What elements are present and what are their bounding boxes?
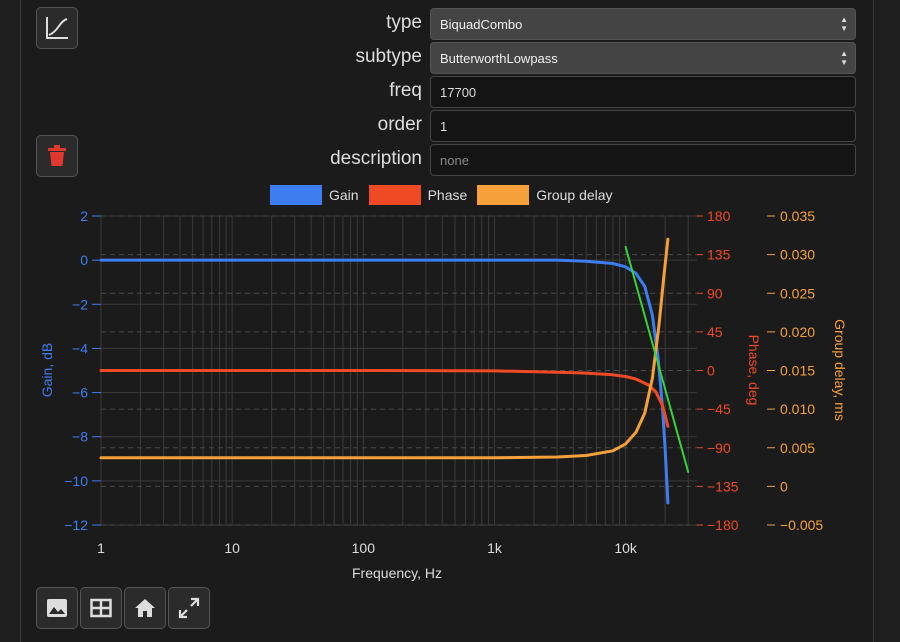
legend-label-phase: Phase — [427, 187, 468, 203]
home-button[interactable] — [124, 587, 166, 629]
image-icon — [47, 599, 67, 617]
table-icon — [90, 598, 112, 618]
delete-button[interactable] — [36, 135, 78, 177]
order-input-value: 1 — [440, 118, 448, 134]
subtype-select-value: ButterworthLowpass — [440, 50, 558, 66]
chart-line-icon — [46, 17, 68, 39]
plot-button[interactable] — [36, 7, 78, 49]
legend-label-gain: Gain — [329, 187, 359, 203]
field-label-subtype: subtype — [355, 46, 422, 67]
legend-item-phase[interactable]: Phase — [368, 185, 468, 205]
trash-icon — [48, 145, 66, 166]
field-label-freq: freq — [389, 80, 422, 101]
expand-icon — [178, 597, 200, 619]
order-input[interactable]: 1 — [430, 110, 856, 142]
freq-input[interactable]: 17700 — [430, 76, 856, 108]
type-select-value: BiquadCombo — [440, 16, 523, 32]
legend-swatch-group-delay — [477, 185, 530, 205]
legend-label-group-delay: Group delay — [536, 187, 613, 203]
type-select[interactable]: BiquadCombo ▲ ▼ — [430, 8, 856, 40]
select-arrows-icon: ▲ ▼ — [840, 15, 848, 33]
legend-swatch-phase — [368, 185, 421, 205]
field-label-order: order — [377, 114, 422, 135]
chart-legend: Gain Phase Group delay — [270, 185, 623, 205]
description-input[interactable]: none — [430, 144, 856, 176]
select-arrows-icon: ▲ ▼ — [840, 49, 848, 67]
freq-input-value: 17700 — [440, 84, 477, 100]
save-image-button[interactable] — [36, 587, 78, 629]
legend-item-gain[interactable]: Gain — [270, 185, 359, 205]
subtype-select[interactable]: ButterworthLowpass ▲ ▼ — [430, 42, 856, 74]
field-label-type: type — [386, 12, 422, 33]
field-label-description: description — [330, 148, 422, 169]
legend-swatch-gain — [270, 185, 322, 205]
legend-item-group-delay[interactable]: Group delay — [477, 185, 613, 205]
description-placeholder: none — [440, 152, 469, 168]
expand-button[interactable] — [168, 587, 210, 629]
table-button[interactable] — [80, 587, 122, 629]
home-icon — [135, 599, 155, 617]
